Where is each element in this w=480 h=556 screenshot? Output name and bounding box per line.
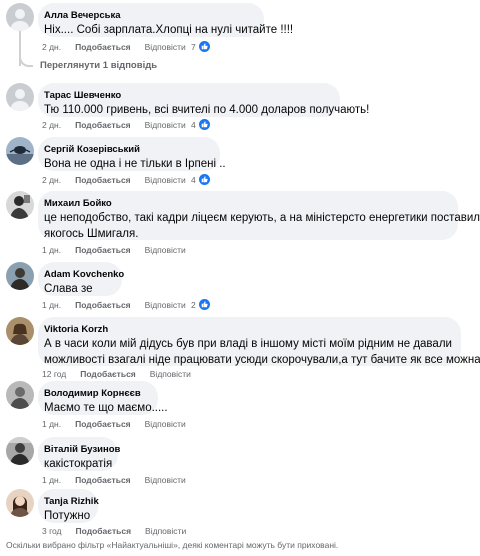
reaction-count[interactable]: 2 — [191, 299, 210, 311]
like-button[interactable]: Подобається — [75, 475, 131, 485]
like-button[interactable]: Подобається — [75, 419, 131, 429]
comment-time[interactable]: 12 год — [42, 369, 66, 379]
avatar[interactable] — [6, 437, 34, 465]
comment-text: Маємо те що маємо..... — [44, 402, 168, 414]
reply-button[interactable]: Відповісти — [145, 175, 186, 185]
reply-button[interactable]: Відповісти — [145, 120, 186, 130]
filter-notice: Оскільки вибрано фільтр «Найактуальніші»… — [6, 540, 339, 550]
reaction-count[interactable]: 4 — [191, 119, 210, 131]
comment-bubble: Сергій Козерівський Вона не одна і не ті… — [38, 137, 226, 171]
comment-time[interactable]: 1 дн. — [42, 419, 61, 429]
comment-time[interactable]: 2 дн. — [42, 120, 61, 130]
comment-text-line: якогось Шмигаля. — [44, 228, 139, 240]
comment-time[interactable]: 3 год — [42, 526, 62, 536]
like-button[interactable]: Подобається — [75, 120, 131, 130]
comment-author[interactable]: Михаил Бойко — [44, 197, 448, 210]
comment-actions: 2 дн. Подобається Відповісти — [42, 42, 200, 56]
comment-bubble: Михаил Бойко це неподобство, такі кадри … — [38, 191, 480, 240]
comment-bubble: Володимир Корнєєв Маємо те що маємо..... — [38, 381, 168, 415]
like-reaction-icon — [198, 41, 210, 53]
comment-text: Слава зе — [44, 283, 93, 295]
reaction-count[interactable]: 7 — [191, 41, 210, 53]
avatar[interactable] — [6, 137, 34, 165]
comment-time[interactable]: 1 дн. — [42, 300, 61, 310]
comment-actions: 2 дн. Подобається Відповісти — [42, 120, 200, 134]
reply-button[interactable]: Відповісти — [150, 369, 191, 379]
comment-actions: 1 дн. Подобається Відповісти — [42, 245, 200, 259]
avatar[interactable] — [6, 3, 34, 31]
reply-button[interactable]: Відповісти — [145, 419, 186, 429]
comment-actions: 2 дн. Подобається Відповісти — [42, 175, 200, 189]
comment-text: Ніх.... Собі зарплата.Хлопці на нулі чит… — [44, 24, 294, 36]
like-reaction-icon — [198, 174, 210, 186]
like-reaction-icon — [198, 299, 210, 311]
comment-author[interactable]: Adam Kovchenko — [44, 268, 124, 281]
comment-bubble: Віталій Бузинов какістократія — [38, 437, 120, 471]
like-button[interactable]: Подобається — [75, 300, 131, 310]
comment-time[interactable]: 1 дн. — [42, 245, 61, 255]
reply-button[interactable]: Відповісти — [145, 245, 186, 255]
reaction-count-value: 4 — [191, 174, 196, 185]
comment-actions: 1 дн. Подобається Відповісти — [42, 419, 200, 433]
comment-bubble: Viktoria Korzh А в часи коли мій дідусь … — [38, 317, 480, 366]
comment-text-line: можливості взагалі ніде працювати усюди … — [44, 354, 480, 366]
like-button[interactable]: Подобається — [80, 369, 136, 379]
reply-button[interactable]: Відповісти — [145, 475, 186, 485]
comment-bubble: Тарас Шевченко Тю 110.000 гривень, всі в… — [38, 83, 370, 117]
comment-text-line: це неподобство, такі кадри лiцеєм керуют… — [44, 212, 480, 224]
comment-text-line: А в часи коли мій дідусь був при владі в… — [44, 338, 452, 350]
reaction-count-value: 2 — [191, 299, 196, 310]
reply-button[interactable]: Відповісти — [145, 526, 186, 536]
avatar[interactable] — [6, 489, 34, 517]
comment-author[interactable]: Віталій Бузинов — [44, 443, 120, 456]
comment-time[interactable]: 2 дн. — [42, 42, 61, 52]
thread-connector — [19, 55, 33, 67]
like-button[interactable]: Подобається — [75, 175, 131, 185]
comment-author[interactable]: Tanja Rizhik — [44, 495, 99, 508]
comment-text: Вона не одна і не тільки в Ірпені .. — [44, 158, 226, 170]
comment-author[interactable]: Viktoria Korzh — [44, 323, 451, 336]
comment-author[interactable]: Тарас Шевченко — [44, 89, 330, 102]
comment-text: Потужно — [44, 510, 91, 522]
like-button[interactable]: Подобається — [76, 526, 132, 536]
reaction-count-value: 7 — [191, 41, 196, 52]
avatar[interactable] — [6, 317, 34, 345]
comment-bubble: Tanja Rizhik Потужно — [38, 489, 99, 523]
avatar[interactable] — [6, 191, 34, 219]
comment-text: какістократія — [44, 458, 113, 470]
comment-bubble: Алла Вечерська Ніх.... Собі зарплата.Хло… — [38, 3, 294, 37]
comment-author[interactable]: Алла Вечерська — [44, 9, 254, 22]
avatar[interactable] — [6, 381, 34, 409]
comment-time[interactable]: 2 дн. — [42, 175, 61, 185]
avatar[interactable] — [6, 83, 34, 111]
comment-text: Тю 110.000 гривень, всі вчителі по 4.000… — [44, 104, 370, 116]
comment-author[interactable]: Сергій Козерівський — [44, 143, 210, 156]
like-button[interactable]: Подобається — [75, 42, 131, 52]
like-button[interactable]: Подобається — [75, 245, 131, 255]
reaction-count-value: 4 — [191, 119, 196, 130]
comment-author[interactable]: Володимир Корнєєв — [44, 387, 148, 400]
avatar[interactable] — [6, 262, 34, 290]
view-replies-link[interactable]: Переглянути 1 відповідь — [40, 60, 157, 71]
comment-bubble: Adam Kovchenko Слава зе — [38, 262, 124, 296]
comment-actions: 1 дн. Подобається Відповісти — [42, 300, 200, 314]
like-reaction-icon — [198, 119, 210, 131]
reaction-count[interactable]: 4 — [191, 174, 210, 186]
comment-time[interactable]: 1 дн. — [42, 475, 61, 485]
comment-actions: 3 год Подобається Відповісти — [42, 526, 200, 540]
comment-actions: 1 дн. Подобається Відповісти — [42, 475, 200, 489]
reply-button[interactable]: Відповісти — [145, 300, 186, 310]
reply-button[interactable]: Відповісти — [145, 42, 186, 52]
